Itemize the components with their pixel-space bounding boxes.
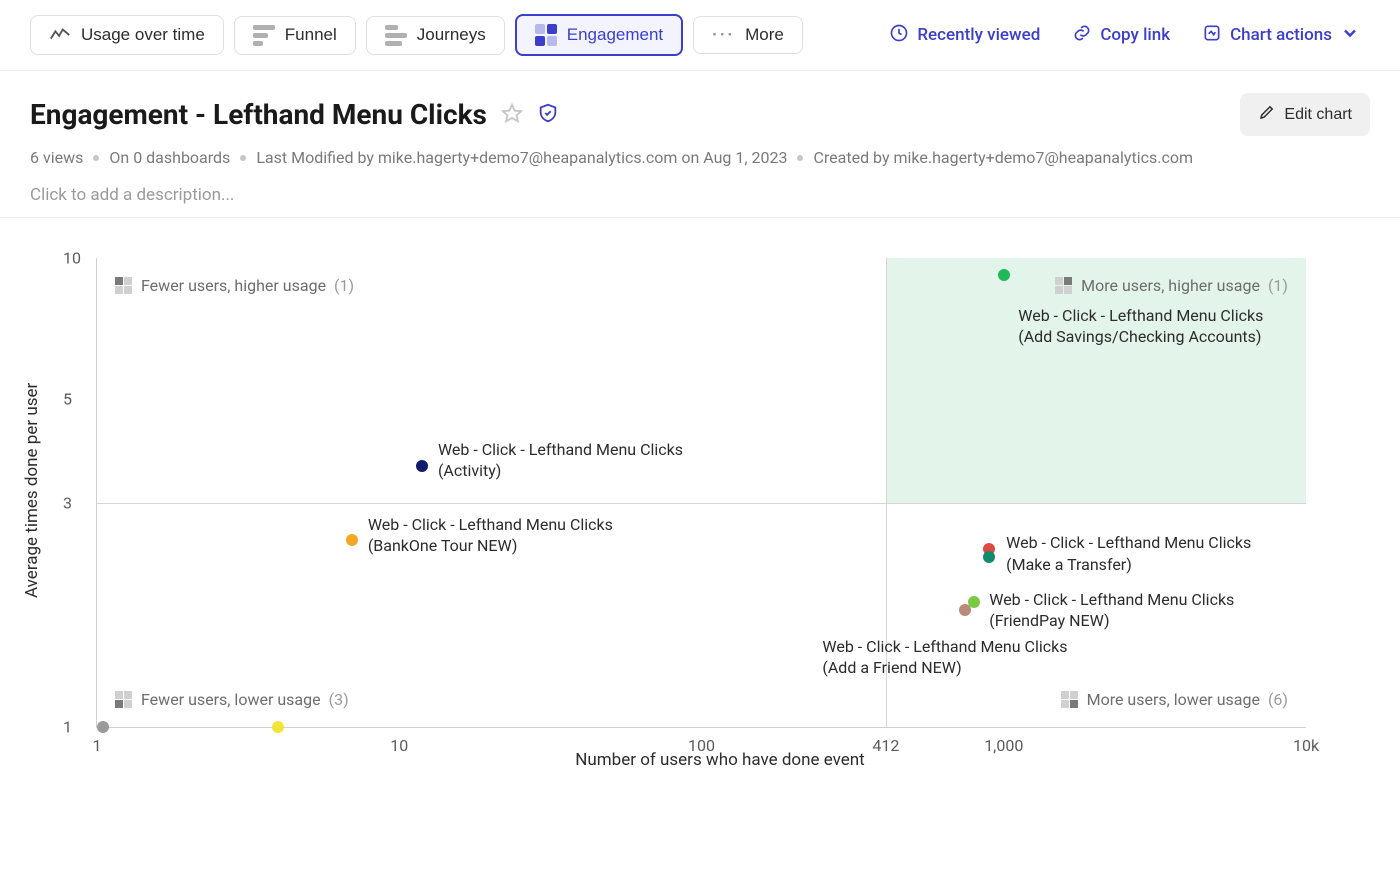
engagement-icon bbox=[535, 24, 557, 46]
point-label: Web - Click - Lefthand Menu Clicks(Add S… bbox=[1018, 305, 1263, 348]
top-toolbar: Usage over time Funnel Journeys Engageme… bbox=[0, 0, 1400, 71]
point-label: Web - Click - Lefthand Menu Clicks(Activ… bbox=[438, 439, 683, 482]
quadrant-text: More users, lower usage bbox=[1087, 690, 1260, 709]
quadrant-text: More users, higher usage bbox=[1081, 276, 1260, 295]
x-tick: 10k bbox=[1293, 736, 1319, 755]
chart-box-icon bbox=[1202, 23, 1222, 48]
separator-dot bbox=[93, 155, 99, 161]
link-icon bbox=[1072, 23, 1092, 48]
edit-chart-button[interactable]: Edit chart bbox=[1240, 93, 1370, 136]
tab-more[interactable]: ··· More bbox=[693, 16, 803, 54]
quadrant-count: (3) bbox=[329, 690, 349, 709]
chart-type-tabs: Usage over time Funnel Journeys Engageme… bbox=[30, 14, 803, 56]
shield-icon[interactable] bbox=[537, 102, 559, 128]
quadrant-count: (6) bbox=[1268, 690, 1288, 709]
quadrant-label-bl: Fewer users, lower usage (3) bbox=[115, 690, 349, 709]
separator-dot bbox=[240, 155, 246, 161]
quadrant-text: Fewer users, higher usage bbox=[141, 276, 326, 295]
scatter-point[interactable] bbox=[97, 721, 109, 733]
recently-viewed-link[interactable]: Recently viewed bbox=[879, 17, 1050, 54]
tab-label: Journeys bbox=[417, 25, 486, 45]
scatter-point[interactable] bbox=[416, 460, 428, 472]
page-title: Engagement - Lefthand Menu Clicks bbox=[30, 98, 487, 131]
quadrant-icon bbox=[1061, 691, 1079, 709]
chart-actions-dropdown[interactable]: Chart actions bbox=[1192, 17, 1370, 54]
x-tick: 1 bbox=[93, 736, 102, 755]
tab-funnel[interactable]: Funnel bbox=[234, 16, 356, 55]
x-tick: 10 bbox=[390, 736, 408, 755]
more-icon: ··· bbox=[712, 25, 735, 45]
point-label: Web - Click - Lefthand Menu Clicks(Frien… bbox=[989, 589, 1234, 632]
quadrant-text: Fewer users, lower usage bbox=[141, 690, 321, 709]
x-tick: 412 bbox=[872, 736, 899, 755]
star-icon[interactable] bbox=[501, 102, 523, 128]
description-input[interactable]: Click to add a description... bbox=[30, 185, 1370, 205]
tab-label: Engagement bbox=[567, 25, 663, 45]
quadrant-icon bbox=[115, 691, 133, 709]
y-axis-label: Average times done per user bbox=[22, 383, 42, 598]
tab-label: More bbox=[745, 25, 784, 45]
point-label: Web - Click - Lefthand Menu Clicks(Add a… bbox=[822, 636, 1067, 679]
action-label: Recently viewed bbox=[917, 25, 1040, 45]
quadrant-icon bbox=[1055, 277, 1073, 295]
meta-row: 6 views On 0 dashboards Last Modified by… bbox=[30, 148, 1370, 167]
meta-views: 6 views bbox=[30, 148, 83, 167]
journeys-icon bbox=[385, 25, 407, 46]
scatter-point[interactable] bbox=[959, 604, 971, 616]
tab-journeys[interactable]: Journeys bbox=[366, 16, 505, 55]
clock-icon bbox=[889, 23, 909, 48]
scatter-point[interactable] bbox=[346, 534, 358, 546]
tab-engagement[interactable]: Engagement bbox=[515, 14, 683, 56]
quadrant-count: (1) bbox=[334, 276, 354, 295]
quadrant-icon bbox=[115, 277, 133, 295]
quadrant-label-br: More users, lower usage (6) bbox=[1061, 690, 1288, 709]
chart-header: Engagement - Lefthand Menu Clicks Edit c… bbox=[0, 71, 1400, 218]
quadrant-hline bbox=[97, 503, 1306, 504]
edit-label: Edit chart bbox=[1284, 106, 1352, 124]
y-tick: 5 bbox=[63, 390, 72, 409]
y-tick: 1 bbox=[63, 718, 72, 737]
line-chart-icon bbox=[49, 24, 71, 46]
copy-link[interactable]: Copy link bbox=[1062, 17, 1180, 54]
scatter-point[interactable] bbox=[998, 269, 1010, 281]
tab-usage-over-time[interactable]: Usage over time bbox=[30, 15, 224, 55]
y-tick: 3 bbox=[63, 494, 72, 513]
y-tick: 10 bbox=[63, 249, 81, 268]
point-label: Web - Click - Lefthand Menu Clicks(Make … bbox=[1006, 532, 1251, 575]
x-axis-label: Number of users who have done event bbox=[70, 750, 1370, 770]
tab-label: Usage over time bbox=[81, 25, 205, 45]
meta-modified: Last Modified by mike.hagerty+demo7@heap… bbox=[256, 148, 787, 167]
quadrant-label-tl: Fewer users, higher usage (1) bbox=[115, 276, 354, 295]
scatter-plot[interactable]: Fewer users, higher usage (1) More users… bbox=[96, 258, 1306, 728]
action-label: Copy link bbox=[1100, 25, 1170, 45]
funnel-icon bbox=[253, 25, 275, 46]
scatter-point[interactable] bbox=[272, 721, 284, 733]
scatter-point[interactable] bbox=[983, 551, 995, 563]
x-tick: 1,000 bbox=[984, 736, 1023, 755]
point-label: Web - Click - Lefthand Menu Clicks(BankO… bbox=[368, 514, 613, 557]
meta-dashboards: On 0 dashboards bbox=[109, 148, 230, 167]
meta-created: Created by mike.hagerty+demo7@heapanalyt… bbox=[813, 148, 1193, 167]
action-label: Chart actions bbox=[1230, 25, 1332, 45]
chevron-down-icon bbox=[1340, 23, 1360, 48]
x-tick: 100 bbox=[688, 736, 715, 755]
quadrant-label-tr: More users, higher usage (1) bbox=[1055, 276, 1288, 295]
separator-dot bbox=[797, 155, 803, 161]
tab-label: Funnel bbox=[285, 25, 337, 45]
quadrant-count: (1) bbox=[1268, 276, 1288, 295]
pencil-icon bbox=[1258, 103, 1276, 126]
chart-area: Average times done per user Fewer users,… bbox=[0, 218, 1400, 800]
